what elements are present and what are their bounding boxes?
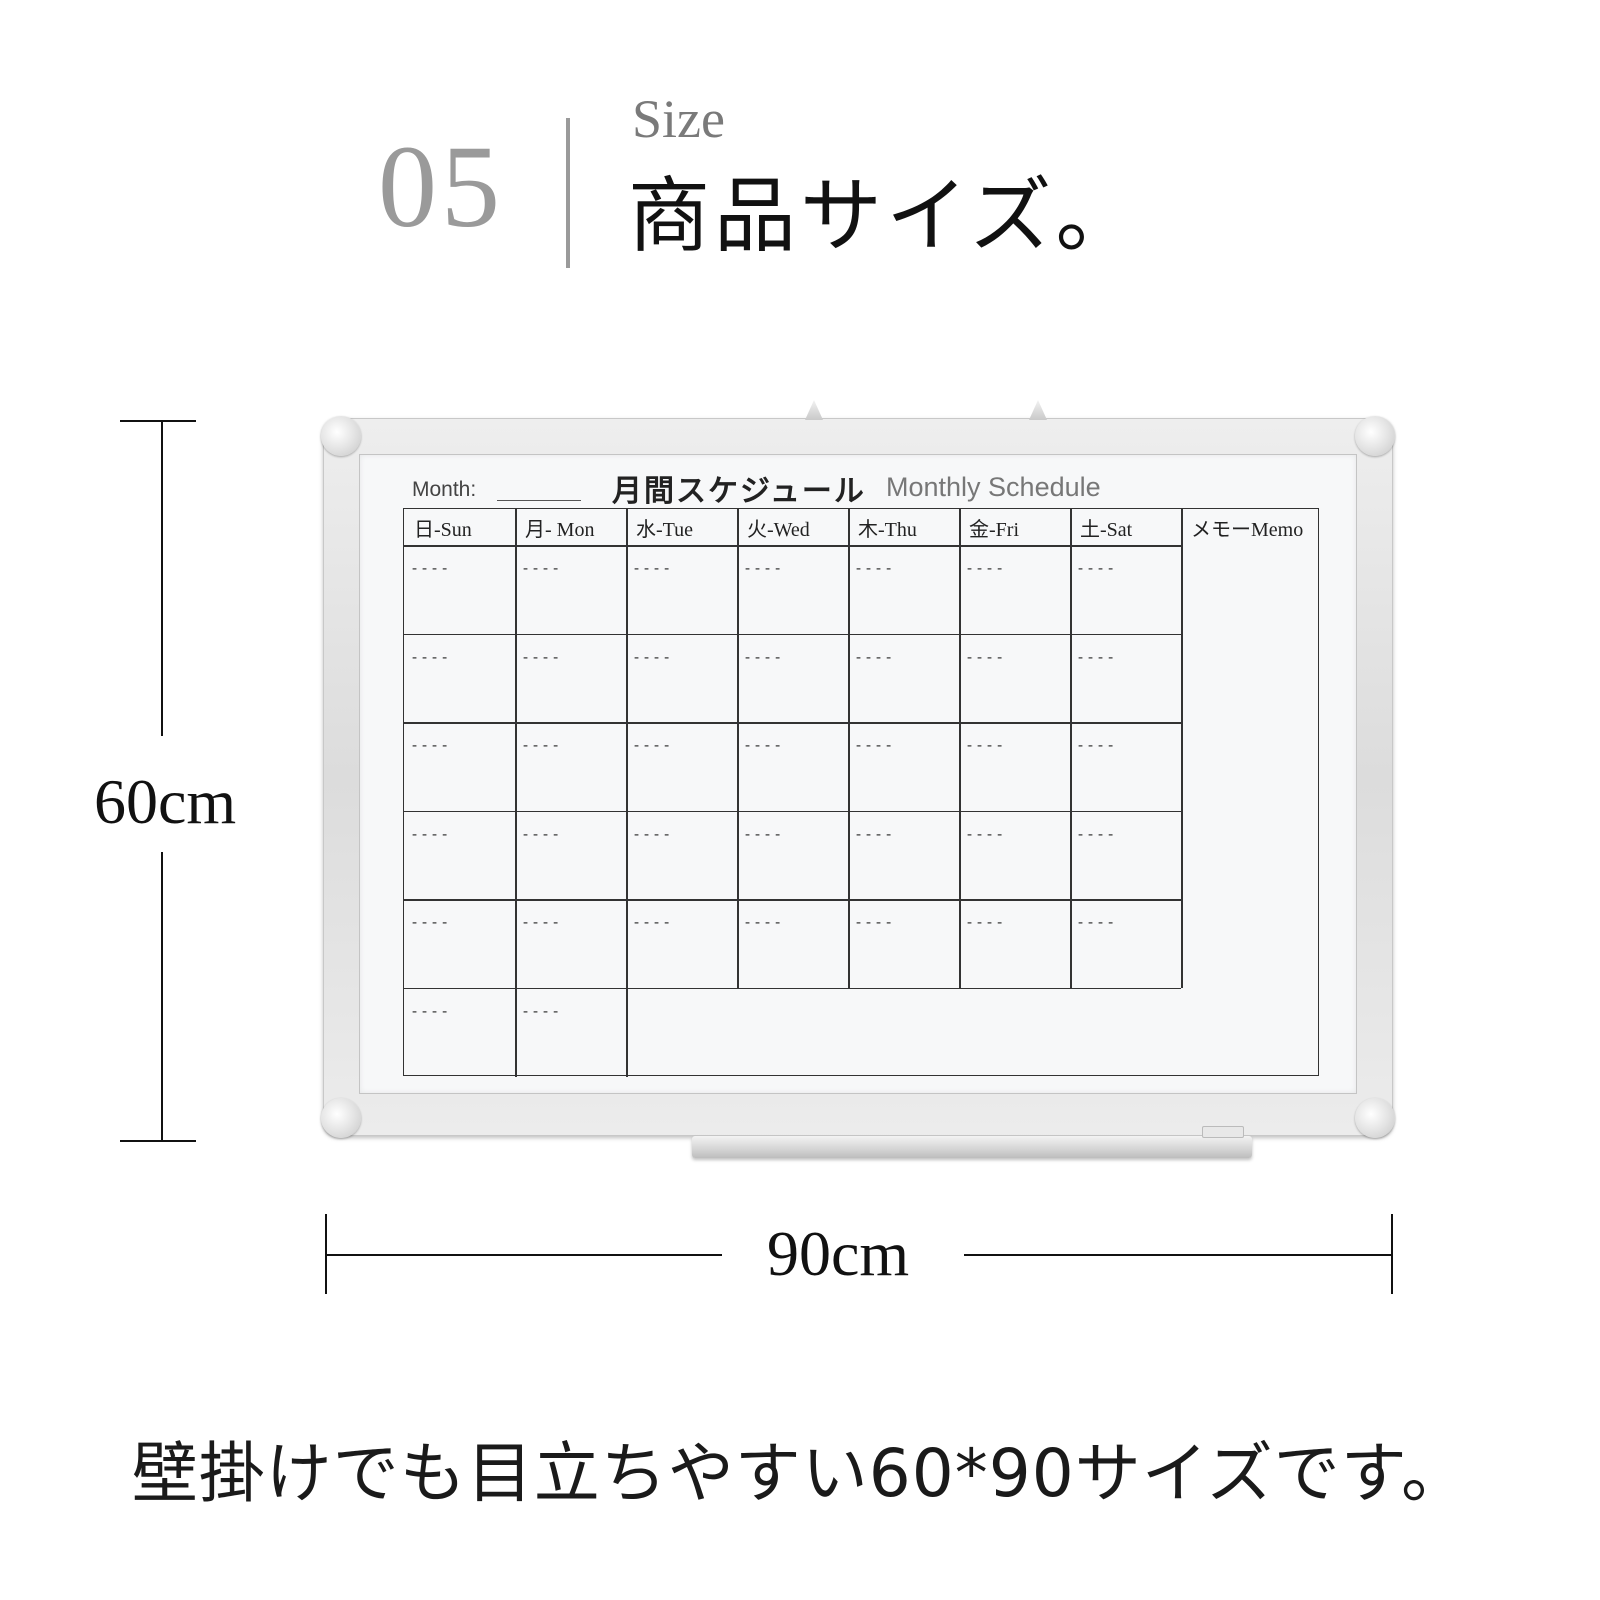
height-dimension-bottom-tick	[120, 1140, 196, 1142]
day-cell-placeholder: ----	[521, 736, 562, 754]
day-cell-placeholder: ----	[632, 824, 673, 843]
day-cell-placeholder: ----	[854, 824, 895, 843]
column-divider	[1070, 509, 1072, 988]
day-cell-placeholder: ----	[743, 824, 784, 843]
column-divider	[626, 509, 628, 1077]
day-cell-placeholder: ----	[743, 736, 784, 754]
day-cell-placeholder: ----	[965, 559, 1006, 577]
day-cell-placeholder: ----	[410, 1001, 451, 1020]
day-header: 土-Sat	[1080, 519, 1133, 541]
day-cell-placeholder: ----	[1076, 824, 1117, 843]
column-divider	[515, 509, 517, 1077]
month-blank-line	[497, 500, 581, 501]
day-cell-placeholder: ----	[1076, 736, 1117, 754]
frame-corner-bottom-left	[321, 1098, 361, 1138]
day-cell-placeholder: ----	[410, 824, 451, 843]
column-divider	[959, 509, 961, 988]
hanging-hook-left	[805, 400, 823, 420]
day-cell-placeholder: ----	[965, 913, 1006, 931]
day-cell-placeholder: ----	[854, 559, 895, 577]
height-dimension-line-upper	[161, 420, 163, 736]
day-cell-placeholder: ----	[1076, 913, 1117, 931]
width-dimension-label: 90cm	[767, 1218, 910, 1289]
day-header: 金-Fri	[969, 519, 1019, 541]
width-dimension-line-right	[964, 1254, 1392, 1256]
month-label: Month:	[412, 478, 477, 501]
day-header: 水-Tue	[636, 519, 694, 541]
width-dimension-line-left	[326, 1254, 722, 1256]
day-cell-placeholder: ----	[854, 647, 895, 666]
day-cell-placeholder: ----	[854, 913, 895, 931]
day-cell-placeholder: ----	[743, 647, 784, 666]
width-dimension-right-tick	[1391, 1214, 1393, 1294]
day-cell-placeholder: ----	[410, 559, 451, 577]
row-divider	[404, 987, 1181, 989]
day-cell-placeholder: ----	[410, 647, 451, 666]
day-header: 火-Wed	[747, 519, 810, 541]
marker-pen	[1202, 1126, 1244, 1138]
column-divider	[1181, 509, 1183, 988]
day-cell-placeholder: ----	[632, 647, 673, 666]
day-cell-placeholder: ----	[743, 913, 784, 931]
day-cell-placeholder: ----	[965, 824, 1006, 843]
day-cell-placeholder: ----	[410, 913, 451, 931]
day-header: 木-Thu	[858, 519, 917, 541]
day-cell-placeholder: ----	[521, 647, 562, 666]
row-divider	[404, 633, 1181, 635]
day-cell-placeholder: ----	[521, 824, 562, 843]
pen-tray	[692, 1126, 1252, 1158]
schedule-title-japanese: 月間スケジュール	[612, 474, 866, 509]
day-cell-placeholder: ----	[632, 913, 673, 931]
header-divider	[404, 545, 1181, 547]
section-number: 05	[378, 121, 504, 252]
height-dimension-label: 60cm	[94, 766, 237, 837]
day-cell-placeholder: ----	[965, 736, 1006, 754]
day-cell-placeholder: ----	[1076, 559, 1117, 577]
row-divider	[404, 810, 1181, 812]
column-divider	[848, 509, 850, 988]
section-title: 商品サイズ。	[628, 169, 1142, 264]
frame-corner-top-right	[1355, 416, 1395, 456]
day-cell-placeholder: ----	[410, 736, 451, 754]
day-cell-placeholder: ----	[632, 559, 673, 577]
column-divider	[737, 509, 739, 988]
day-cell-placeholder: ----	[521, 1001, 562, 1020]
calendar-grid: 日-Sun 月- Mon 水-Tue 火-Wed 木-Thu 金-Fri 土-Sat メモーM…	[403, 508, 1319, 1077]
frame-corner-bottom-right	[1355, 1098, 1395, 1138]
hanging-hook-right	[1029, 400, 1047, 420]
heading-divider	[566, 118, 570, 268]
day-cell-placeholder: ----	[1076, 647, 1117, 666]
memo-header: メモーMemo	[1191, 519, 1304, 541]
row-divider	[404, 899, 1181, 901]
day-cell-placeholder: ----	[632, 736, 673, 754]
day-cell-placeholder: ----	[743, 559, 784, 577]
day-cell-placeholder: ----	[854, 736, 895, 754]
schedule-title-english: Monthly Schedule	[886, 472, 1101, 502]
day-header: 日-Sun	[414, 519, 472, 541]
row-divider	[404, 722, 1181, 724]
height-dimension-top-tick	[120, 420, 196, 422]
day-cell-placeholder: ----	[521, 559, 562, 577]
day-header: 月- Mon	[525, 519, 595, 541]
caption: 壁掛けでも目立ちやすい60*90サイズです。	[131, 1435, 1469, 1512]
frame-corner-top-left	[321, 416, 361, 456]
height-dimension-line-lower	[161, 852, 163, 1140]
day-cell-placeholder: ----	[965, 647, 1006, 666]
section-subtitle: Size	[632, 89, 725, 149]
day-cell-placeholder: ----	[521, 913, 562, 931]
